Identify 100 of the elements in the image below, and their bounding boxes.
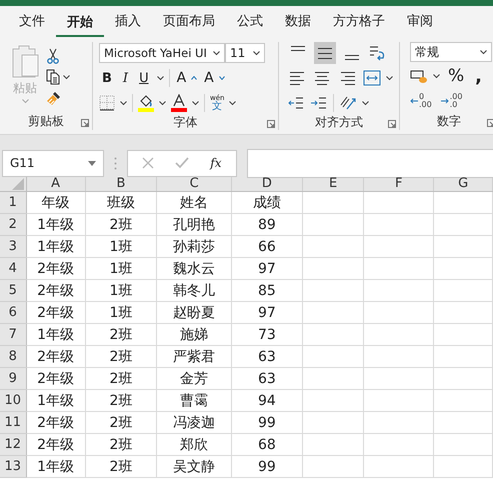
table-cell: 73	[231, 324, 302, 346]
align-center-icon	[315, 72, 330, 84]
ribbon-tab[interactable]: 文件	[8, 6, 56, 38]
align-middle-button[interactable]	[314, 42, 336, 64]
group-label: 剪贴板	[28, 112, 64, 130]
copy-icon[interactable]	[46, 69, 60, 85]
fill-bucket-icon[interactable]	[138, 94, 154, 112]
align-bottom-icon	[345, 55, 359, 60]
column-header[interactable]: D	[231, 177, 302, 192]
table-cell: 韩冬儿	[156, 280, 232, 302]
caret-icon[interactable]	[156, 76, 164, 80]
dialog-launcher-icon[interactable]	[388, 120, 396, 128]
caret-icon[interactable]	[159, 100, 166, 106]
column-header[interactable]: E	[302, 177, 364, 192]
table-cell: 2年级	[26, 302, 86, 324]
table-cell: 施娣	[156, 324, 232, 346]
table-cell: 2年级	[26, 258, 86, 280]
scissors-icon[interactable]	[46, 48, 60, 64]
table-cell: 1班	[85, 258, 157, 280]
row-header[interactable]: 2	[0, 214, 26, 236]
grow-font-button[interactable]: A	[174, 70, 186, 86]
name-box[interactable]: G11	[2, 150, 104, 176]
row-header[interactable]: 3	[0, 236, 26, 258]
table-cell: 2年级	[26, 280, 86, 302]
brush-icon[interactable]	[46, 90, 62, 106]
row-header[interactable]: 1	[0, 192, 26, 214]
caret-icon[interactable]	[386, 76, 393, 80]
column-header[interactable]: G	[434, 177, 492, 192]
comma-button[interactable]: ,	[472, 66, 485, 86]
row-header[interactable]: 6	[0, 302, 26, 324]
check-icon[interactable]	[175, 157, 190, 169]
number-format-field[interactable]: 常规	[410, 42, 492, 62]
font-color-icon[interactable]	[171, 94, 187, 112]
formula-input[interactable]	[247, 148, 493, 178]
decrease-decimal-button[interactable]: .00 .0	[440, 93, 466, 109]
table-cell: 2班	[85, 324, 157, 346]
dropdown-arrow-icon[interactable]	[88, 160, 96, 166]
bold-button[interactable]: B	[99, 70, 115, 86]
row-header[interactable]: 13	[0, 456, 26, 478]
italic-button[interactable]: I	[120, 70, 132, 86]
table-cell: 2年级	[26, 346, 86, 368]
increase-indent-icon[interactable]	[310, 95, 328, 111]
ribbon-tab[interactable]: 数据	[274, 6, 322, 38]
column-header[interactable]: C	[156, 177, 232, 192]
table-cell: 2班	[85, 456, 157, 478]
row-header[interactable]: 9	[0, 368, 26, 390]
underline-button[interactable]: U	[136, 70, 152, 86]
caret-icon[interactable]	[433, 74, 440, 78]
column-header[interactable]: B	[85, 177, 157, 192]
accounting-icon[interactable]	[410, 68, 428, 84]
dialog-launcher-icon[interactable]	[267, 120, 275, 128]
caret-icon[interactable]	[253, 50, 260, 56]
row-header[interactable]: 11	[0, 412, 26, 434]
row-header[interactable]: 7	[0, 324, 26, 346]
ribbon-tab[interactable]: 审阅	[396, 6, 444, 38]
caret-icon[interactable]	[63, 74, 70, 80]
percent-button[interactable]: %	[445, 66, 468, 86]
caret-up-icon[interactable]	[191, 76, 198, 80]
ribbon-tab[interactable]: 公式	[226, 6, 274, 38]
row-header[interactable]: 4	[0, 258, 26, 280]
caret-icon[interactable]	[480, 50, 487, 54]
arrow-left-icon	[410, 98, 418, 104]
caret-down-icon[interactable]	[218, 76, 225, 80]
table-cell: 94	[231, 390, 302, 412]
caret-icon[interactable]	[362, 100, 369, 106]
wrap-text-icon[interactable]	[368, 44, 386, 62]
shrink-font-button[interactable]: A	[202, 70, 214, 86]
dialog-launcher-icon[interactable]	[487, 119, 493, 127]
table-cell: 2班	[85, 390, 157, 412]
column-header[interactable]: A	[26, 177, 86, 192]
grip-icon	[114, 156, 117, 170]
ribbon-tab[interactable]: 页面布局	[152, 6, 226, 38]
border-icon[interactable]	[99, 95, 115, 111]
row-header[interactable]: 8	[0, 346, 26, 368]
increase-decimal-button[interactable]: 0 .00	[410, 93, 436, 109]
caret-icon[interactable]	[120, 100, 127, 106]
caret-icon[interactable]	[213, 50, 220, 56]
table-cell: 郑欣	[156, 434, 232, 456]
arrow-right-icon	[440, 98, 449, 104]
font-name-field[interactable]: Microsoft YaHei UI	[99, 43, 225, 63]
caret-icon[interactable]	[192, 100, 199, 106]
table-cell: 1班	[85, 280, 157, 302]
row-header[interactable]: 10	[0, 390, 26, 412]
merge-cells-icon[interactable]	[362, 70, 381, 86]
font-size-field[interactable]: 11	[225, 43, 265, 63]
align-right-icon	[340, 72, 355, 84]
table-cell: 97	[231, 258, 302, 280]
text-orientation-icon[interactable]	[339, 95, 357, 111]
group-label: 对齐方式	[315, 114, 363, 131]
row-header[interactable]: 5	[0, 280, 26, 302]
caret-icon[interactable]	[229, 100, 236, 106]
row-header[interactable]: 12	[0, 434, 26, 456]
ribbon-tab[interactable]: 插入	[104, 6, 152, 38]
column-header[interactable]: F	[364, 177, 434, 192]
dialog-launcher-icon[interactable]	[81, 119, 89, 127]
table-cell: 2年级	[26, 412, 86, 434]
ribbon-tab[interactable]: 方方格子	[322, 6, 396, 38]
decrease-indent-icon[interactable]	[287, 95, 305, 111]
insert-function-button[interactable]: fx	[210, 156, 222, 170]
table-cell: 99	[231, 412, 302, 434]
